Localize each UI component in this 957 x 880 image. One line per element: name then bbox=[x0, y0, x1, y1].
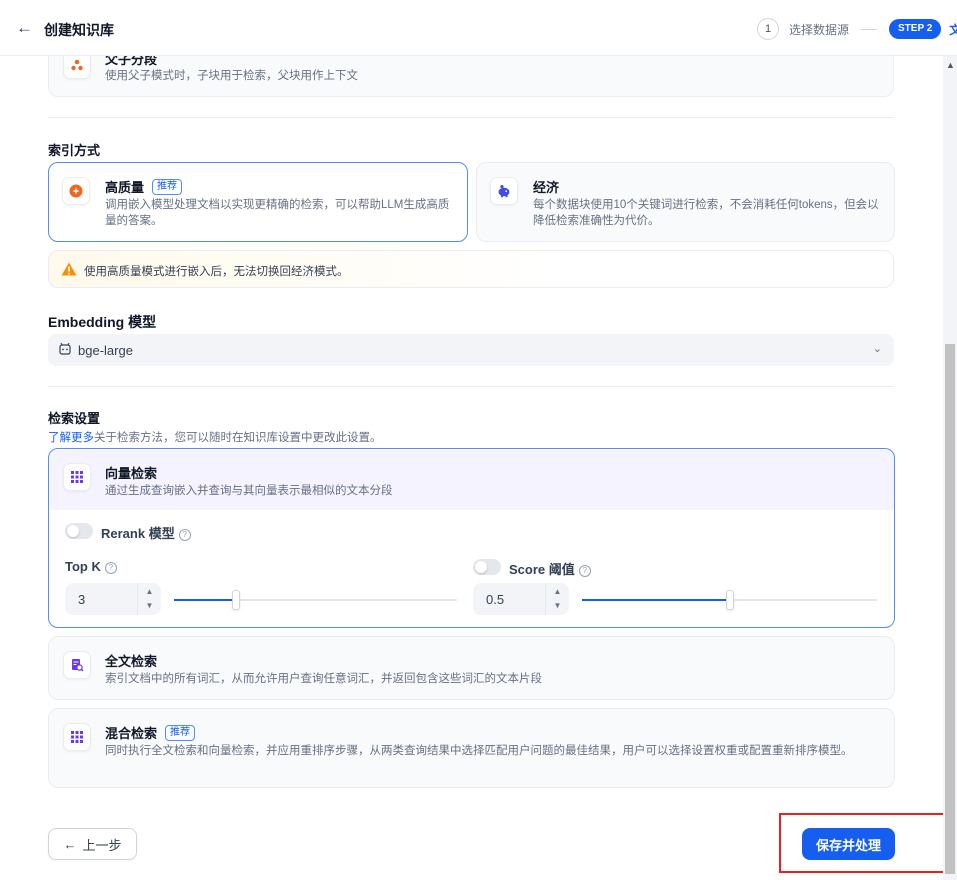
score-label: Score 阈值 bbox=[509, 562, 575, 577]
warning-icon bbox=[61, 262, 77, 276]
previous-step-label: 上一步 bbox=[82, 837, 122, 853]
top-bar: ← 创建知识库 1 选择数据源 STEP 2 文 bbox=[0, 0, 957, 56]
model-icon bbox=[58, 342, 72, 359]
arrow-left-icon: ← bbox=[63, 836, 77, 852]
step-2-label: 文 bbox=[949, 22, 957, 37]
fulltext-search-card[interactable]: 全文检索 索引文档中的所有词汇，从而允许用户查询任意词汇，并返回包含这些词汇的文… bbox=[48, 636, 895, 700]
vector-search-title: 向量检索 bbox=[105, 466, 158, 481]
page-title: 创建知识库 bbox=[44, 22, 114, 38]
parent-child-desc: 使用父子模式时，子块用于检索，父块用作上下文 bbox=[105, 70, 358, 82]
retrieval-help-desc: 关于检索方法，您可以随时在知识库设置中更改此设置。 bbox=[94, 432, 382, 444]
vector-grid-icon bbox=[63, 463, 91, 491]
learn-more-link[interactable]: 了解更多 bbox=[48, 432, 94, 444]
recommend-badge: 推荐 bbox=[152, 178, 183, 195]
hybrid-grid-icon bbox=[63, 723, 91, 751]
scrollbar[interactable]: ▲ bbox=[943, 56, 957, 880]
topk-slider-fill bbox=[174, 599, 237, 601]
hybrid-search-desc: 同时执行全文检索和向量检索，并应用重排序步骤，从两类查询结果中选择匹配用户问题的… bbox=[105, 745, 853, 757]
help-icon[interactable]: ? bbox=[578, 565, 591, 577]
scrollbar-thumb[interactable] bbox=[945, 344, 955, 874]
help-icon[interactable]: ? bbox=[104, 562, 117, 574]
chevron-down-icon: ⌄ bbox=[872, 343, 882, 355]
score-label-row: Score 阈值? bbox=[509, 559, 591, 578]
rerank-toggle[interactable] bbox=[65, 523, 93, 539]
recommend-badge: 推荐 bbox=[165, 724, 196, 741]
hybrid-search-title-row: 混合检索 推荐 bbox=[105, 723, 196, 742]
topk-slider[interactable] bbox=[174, 590, 457, 610]
warning-text: 使用高质量模式进行嵌入后，无法切换回经济模式。 bbox=[84, 266, 349, 278]
step-1-label: 选择数据源 bbox=[789, 22, 850, 37]
score-value: 0.5 bbox=[486, 592, 505, 607]
divider bbox=[48, 386, 894, 387]
high-quality-desc: 调用嵌入模型处理文档以实现更精确的检索，可以帮助LLM生成高质量的答案。 bbox=[105, 199, 450, 227]
score-slider-fill bbox=[582, 599, 730, 601]
scroll-up-icon[interactable]: ▲ bbox=[946, 60, 955, 70]
topk-value: 3 bbox=[78, 592, 86, 607]
high-quality-icon bbox=[62, 177, 90, 205]
highlight-box bbox=[779, 813, 945, 873]
step-2-pill: STEP 2 bbox=[889, 19, 942, 39]
rerank-label: Rerank 模型 bbox=[101, 526, 175, 541]
hybrid-search-card[interactable]: 混合检索 推荐 同时执行全文检索和向量检索，并应用重排序步骤，从两类查询结果中选… bbox=[48, 708, 895, 788]
high-quality-option[interactable]: 高质量 推荐 调用嵌入模型处理文档以实现更精确的检索，可以帮助LLM生成高质量的… bbox=[48, 162, 468, 242]
divider bbox=[48, 117, 894, 118]
index-warning-banner: 使用高质量模式进行嵌入后，无法切换回经济模式。 bbox=[48, 250, 894, 288]
arrow-left-icon[interactable]: ← bbox=[16, 18, 34, 38]
embedding-model-value: bge-large bbox=[78, 343, 133, 358]
rerank-label-row: Rerank 模型? bbox=[101, 523, 191, 542]
step-connector bbox=[861, 28, 878, 30]
economy-option[interactable]: 经济 每个数据块使用10个关键词进行检索，不会消耗任何tokens，但会以降低检… bbox=[476, 162, 895, 242]
topk-input[interactable]: 3 ▲ ▼ bbox=[65, 583, 161, 615]
retrieval-help-text: 了解更多关于检索方法，您可以随时在知识库设置中更改此设置。 bbox=[48, 429, 382, 445]
topk-stepper[interactable]: ▲ ▼ bbox=[137, 583, 161, 615]
score-toggle[interactable] bbox=[473, 559, 501, 575]
vector-search-header bbox=[50, 450, 894, 510]
score-stepper[interactable]: ▲ ▼ bbox=[545, 583, 569, 615]
hybrid-search-title: 混合检索 bbox=[105, 726, 158, 741]
help-icon[interactable]: ? bbox=[178, 529, 191, 541]
stepper: 1 选择数据源 STEP 2 文 bbox=[757, 18, 957, 40]
vector-search-card[interactable]: 向量检索 通过生成查询嵌入并查询与其向量表示最相似的文本分段 Rerank 模型… bbox=[48, 448, 895, 628]
fulltext-search-title: 全文检索 bbox=[105, 654, 158, 669]
economy-desc: 每个数据块使用10个关键词进行检索，不会消耗任何tokens，但会以降低检索准确… bbox=[533, 199, 879, 227]
fulltext-search-desc: 索引文档中的所有词汇，从而允许用户查询任意词汇，并返回包含这些词汇的文本片段 bbox=[105, 673, 542, 685]
embedding-section-title: Embedding 模型 bbox=[48, 314, 157, 330]
index-section-title: 索引方式 bbox=[48, 143, 101, 158]
document-search-icon bbox=[63, 651, 91, 679]
vector-search-desc: 通过生成查询嵌入并查询与其向量表示最相似的文本分段 bbox=[105, 485, 393, 497]
piggy-bank-icon bbox=[490, 177, 518, 205]
topk-label: Top K bbox=[65, 559, 101, 574]
high-quality-title-row: 高质量 推荐 bbox=[105, 177, 183, 196]
embedding-model-select[interactable]: bge-large ⌄ bbox=[48, 334, 894, 366]
retrieval-section-title: 检索设置 bbox=[48, 411, 101, 426]
topk-slider-handle[interactable] bbox=[232, 590, 241, 610]
high-quality-title: 高质量 bbox=[105, 180, 145, 195]
economy-title: 经济 bbox=[533, 180, 560, 195]
topk-label-row: Top K? bbox=[65, 559, 117, 574]
score-slider[interactable] bbox=[582, 590, 877, 610]
score-slider-handle[interactable] bbox=[725, 590, 734, 610]
score-input[interactable]: 0.5 ▲ ▼ bbox=[473, 583, 569, 615]
previous-step-button[interactable]: ← 上一步 bbox=[48, 828, 137, 860]
step-1-number: 1 bbox=[757, 18, 779, 40]
